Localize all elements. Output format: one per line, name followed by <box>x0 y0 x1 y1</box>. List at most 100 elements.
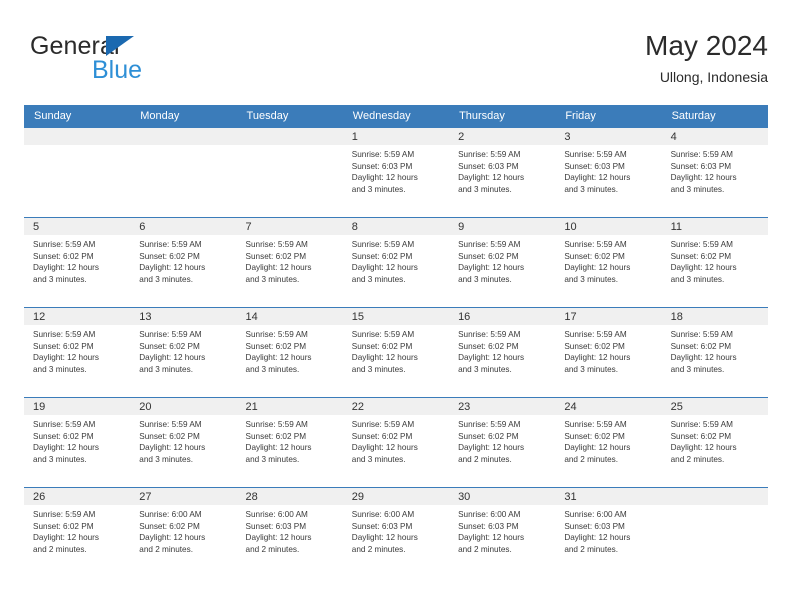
day-number: 26 <box>24 488 131 505</box>
calendar-day-cell[interactable]: 11 Sunrise: 5:59 AM Sunset: 6:02 PM Dayligh… <box>661 218 768 307</box>
daylight-text-line2: and 3 minutes. <box>458 184 512 194</box>
daylight-text-line2: and 2 minutes. <box>351 544 406 554</box>
general-blue-logo[interactable]: General Blue <box>30 32 260 88</box>
daylight-text-line1: Daylight: 12 hours <box>564 443 631 453</box>
calendar-week-row: 12 Sunrise: 5:59 AM Sunset: 6:02 PM Dayligh… <box>24 307 768 397</box>
weekday-header-thursday: Thursday <box>459 110 505 122</box>
calendar-day-cell[interactable]: 3 Sunrise: 5:59 AM Sunset: 6:03 PM Daylight… <box>555 128 662 217</box>
calendar-day-cell[interactable]: 25 Sunrise: 5:59 AM Sunset: 6:02 PM Dayligh… <box>661 398 768 487</box>
calendar-day-cell-empty <box>236 128 343 217</box>
sunrise-text: Sunrise: 5:59 AM <box>351 330 415 339</box>
sunset-text: Sunset: 6:02 PM <box>564 341 625 351</box>
calendar-day-cell[interactable]: 4 Sunrise: 5:59 AM Sunset: 6:03 PM Daylight… <box>661 128 768 217</box>
daylight-text-line2: and 3 minutes. <box>564 364 619 374</box>
calendar-day-cell[interactable]: 14 Sunrise: 5:59 AM Sunset: 6:02 PM Dayligh… <box>236 308 343 397</box>
sunrise-text: Sunrise: 5:59 AM <box>670 150 733 159</box>
calendar-day-cell[interactable]: 1 Sunrise: 5:59 AM Sunset: 6:03 PM Daylight… <box>342 128 450 217</box>
weekday-header-saturday: Saturday <box>671 110 716 122</box>
daylight-text-line1: Daylight: 12 hours <box>564 263 631 273</box>
day-number: 6 <box>130 218 237 235</box>
daylight-text-line2: and 3 minutes. <box>139 454 193 464</box>
sunrise-text: Sunrise: 6:00 AM <box>458 510 521 519</box>
day-sun-info: Sunrise: 5:59 AM Sunset: 6:02 PM Daylight:… <box>130 415 236 465</box>
calendar-day-cell[interactable]: 7 Sunrise: 5:59 AM Sunset: 6:02 PM Daylight… <box>236 218 343 307</box>
daylight-text-line1: Daylight: 12 hours <box>245 533 312 543</box>
page-header: General Blue May 2024 Ullong, Indonesia <box>24 28 768 100</box>
daylight-text-line1: Daylight: 12 hours <box>458 173 525 183</box>
daylight-text-line2: and 3 minutes. <box>245 274 300 284</box>
daylight-text-line2: and 2 minutes. <box>564 454 619 464</box>
calendar-day-cell[interactable]: 19 Sunrise: 5:59 AM Sunset: 6:02 PM Dayligh… <box>24 398 131 487</box>
title-block: May 2024 Ullong, Indonesia <box>645 28 768 88</box>
day-number: 12 <box>24 308 131 325</box>
calendar-day-cell[interactable]: 24 Sunrise: 5:59 AM Sunset: 6:02 PM Dayligh… <box>555 398 662 487</box>
sunset-text: Sunset: 6:03 PM <box>670 161 732 171</box>
calendar-day-cell[interactable]: 23 Sunrise: 5:59 AM Sunset: 6:02 PM Dayligh… <box>449 398 556 487</box>
daylight-text-line1: Daylight: 12 hours <box>458 353 525 363</box>
calendar-day-cell[interactable]: 8 Sunrise: 5:59 AM Sunset: 6:02 PM Daylight… <box>342 218 450 307</box>
daylight-text-line1: Daylight: 12 hours <box>33 353 99 363</box>
calendar-day-cell[interactable]: 5 Sunrise: 5:59 AM Sunset: 6:02 PM Daylight… <box>24 218 131 307</box>
day-sun-info: Sunrise: 5:59 AM Sunset: 6:02 PM Daylight:… <box>24 505 130 555</box>
calendar-day-cell[interactable]: 6 Sunrise: 5:59 AM Sunset: 6:02 PM Daylight… <box>130 218 237 307</box>
sunrise-text: Sunrise: 5:59 AM <box>351 240 415 249</box>
calendar-day-cell[interactable]: 30 Sunrise: 6:00 AM Sunset: 6:03 PM Dayligh… <box>449 488 556 577</box>
daylight-text-line1: Daylight: 12 hours <box>670 173 737 183</box>
day-number: 27 <box>130 488 237 505</box>
calendar-day-cell[interactable]: 9 Sunrise: 5:59 AM Sunset: 6:02 PM Daylight… <box>449 218 556 307</box>
logo-text-blue: Blue <box>92 56 143 84</box>
calendar-day-cell[interactable]: 29 Sunrise: 6:00 AM Sunset: 6:03 PM Dayligh… <box>342 488 450 577</box>
daylight-text-line1: Daylight: 12 hours <box>458 443 525 453</box>
sunrise-text: Sunrise: 5:59 AM <box>33 330 96 339</box>
sunset-text: Sunset: 6:03 PM <box>351 521 413 531</box>
calendar-day-cell[interactable]: 15 Sunrise: 5:59 AM Sunset: 6:02 PM Dayligh… <box>342 308 450 397</box>
sunset-text: Sunset: 6:02 PM <box>458 431 519 441</box>
daylight-text-line2: and 3 minutes. <box>458 274 512 284</box>
calendar-day-cell[interactable]: 27 Sunrise: 6:00 AM Sunset: 6:02 PM Dayligh… <box>130 488 237 577</box>
daylight-text-line1: Daylight: 12 hours <box>33 533 99 543</box>
day-sun-info: Sunrise: 5:59 AM Sunset: 6:03 PM Daylight:… <box>555 145 661 195</box>
weekday-header-wednesday: Wednesday <box>352 110 411 122</box>
sunrise-text: Sunrise: 5:59 AM <box>564 330 627 339</box>
day-number: 24 <box>555 398 662 415</box>
calendar-day-cell[interactable]: 2 Sunrise: 5:59 AM Sunset: 6:03 PM Daylight… <box>449 128 556 217</box>
day-sun-info: Sunrise: 5:59 AM Sunset: 6:02 PM Daylight:… <box>555 325 661 375</box>
calendar-day-cell[interactable]: 17 Sunrise: 5:59 AM Sunset: 6:02 PM Dayligh… <box>555 308 662 397</box>
sunrise-text: Sunrise: 5:59 AM <box>245 330 308 339</box>
sunset-text: Sunset: 6:02 PM <box>351 341 413 351</box>
sunrise-text: Sunrise: 5:59 AM <box>33 240 96 249</box>
daylight-text-line2: and 3 minutes. <box>139 364 193 374</box>
calendar-day-cell[interactable]: 28 Sunrise: 6:00 AM Sunset: 6:03 PM Dayligh… <box>236 488 343 577</box>
sunset-text: Sunset: 6:03 PM <box>458 161 519 171</box>
daylight-text-line1: Daylight: 12 hours <box>351 443 418 453</box>
calendar-day-cell[interactable]: 18 Sunrise: 5:59 AM Sunset: 6:02 PM Dayligh… <box>661 308 768 397</box>
sunset-text: Sunset: 6:02 PM <box>33 431 94 441</box>
calendar-day-cell[interactable]: 12 Sunrise: 5:59 AM Sunset: 6:02 PM Dayligh… <box>24 308 131 397</box>
day-sun-info: Sunrise: 5:59 AM Sunset: 6:02 PM Daylight:… <box>130 235 236 285</box>
calendar-day-cell-empty <box>661 488 768 577</box>
daylight-text-line1: Daylight: 12 hours <box>139 353 206 363</box>
calendar-day-cell[interactable]: 13 Sunrise: 5:59 AM Sunset: 6:02 PM Dayligh… <box>130 308 237 397</box>
daylight-text-line2: and 2 minutes. <box>670 454 725 464</box>
daylight-text-line2: and 2 minutes. <box>458 454 512 464</box>
calendar-day-cell[interactable]: 20 Sunrise: 5:59 AM Sunset: 6:02 PM Dayligh… <box>130 398 237 487</box>
daylight-text-line2: and 3 minutes. <box>245 454 300 464</box>
sunrise-text: Sunrise: 5:59 AM <box>139 240 202 249</box>
sunset-text: Sunset: 6:03 PM <box>458 521 519 531</box>
calendar-day-cell[interactable]: 16 Sunrise: 5:59 AM Sunset: 6:02 PM Dayligh… <box>449 308 556 397</box>
calendar-day-cell[interactable]: 10 Sunrise: 5:59 AM Sunset: 6:02 PM Dayligh… <box>555 218 662 307</box>
sunset-text: Sunset: 6:02 PM <box>458 341 519 351</box>
weekday-header-friday: Friday <box>565 110 596 122</box>
daylight-text-line1: Daylight: 12 hours <box>670 353 737 363</box>
sunset-text: Sunset: 6:02 PM <box>245 431 307 441</box>
day-number: 9 <box>449 218 556 235</box>
daylight-text-line1: Daylight: 12 hours <box>351 533 418 543</box>
calendar-day-cell[interactable]: 22 Sunrise: 5:59 AM Sunset: 6:02 PM Dayligh… <box>342 398 450 487</box>
calendar-day-cell[interactable]: 31 Sunrise: 6:00 AM Sunset: 6:03 PM Dayligh… <box>555 488 662 577</box>
day-number: 25 <box>661 398 768 415</box>
calendar-day-cell[interactable]: 26 Sunrise: 5:59 AM Sunset: 6:02 PM Dayligh… <box>24 488 131 577</box>
day-number: 28 <box>236 488 343 505</box>
calendar-day-cell[interactable]: 21 Sunrise: 5:59 AM Sunset: 6:02 PM Dayligh… <box>236 398 343 487</box>
sunrise-text: Sunrise: 6:00 AM <box>564 510 627 519</box>
day-sun-info: Sunrise: 6:00 AM Sunset: 6:03 PM Daylight:… <box>343 505 449 555</box>
